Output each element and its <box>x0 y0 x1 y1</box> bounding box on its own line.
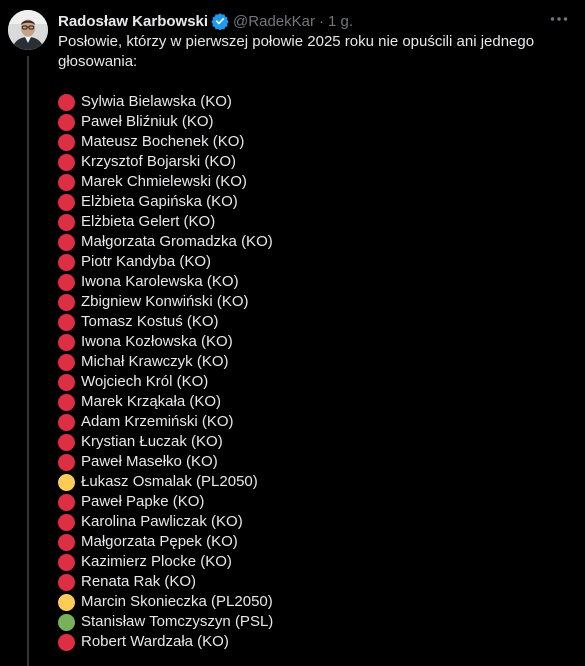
member-name: Elżbieta Gelert (KO) <box>81 213 216 230</box>
red-circle-icon <box>58 333 75 351</box>
list-item: Stanisław Tomczyszyn (PSL) <box>58 612 273 632</box>
list-item: Karolina Pawliczak (KO) <box>58 512 273 532</box>
list-item: Renata Rak (KO) <box>58 572 273 592</box>
more-options-icon[interactable] <box>547 9 571 29</box>
red-circle-icon <box>58 93 75 111</box>
yellow-circle-icon <box>58 473 75 491</box>
member-name: Paweł Masełko (KO) <box>81 453 218 470</box>
red-circle-icon <box>58 393 75 411</box>
member-name: Piotr Kandyba (KO) <box>81 253 212 270</box>
post-text: Posłowie, którzy w pierwszej połowie 202… <box>58 32 568 72</box>
post-timestamp[interactable]: 1 g. <box>328 13 353 30</box>
red-circle-icon <box>58 373 75 391</box>
header-separator: · <box>318 12 324 30</box>
list-item: Krzysztof Bojarski (KO) <box>58 152 273 172</box>
member-list: Sylwia Bielawska (KO) Paweł Bliźniuk (KO)… <box>58 92 273 652</box>
list-item: Krystian Łuczak (KO) <box>58 432 273 452</box>
list-item: Wojciech Król (KO) <box>58 372 273 392</box>
member-name: Krystian Łuczak (KO) <box>81 433 223 450</box>
member-name: Sylwia Bielawska (KO) <box>81 93 232 110</box>
member-name: Marek Krząkała (KO) <box>81 393 222 410</box>
member-name: Małgorzata Gromadzka (KO) <box>81 233 273 250</box>
post-header: Radosław Karbowski @RadekKar · 1 g. <box>58 11 353 31</box>
member-name: Mateusz Bochenek (KO) <box>81 133 245 150</box>
list-item: Tomasz Kostuś (KO) <box>58 312 273 332</box>
red-circle-icon <box>58 233 75 251</box>
author-name[interactable]: Radosław Karbowski <box>58 13 208 30</box>
green-circle-icon <box>58 613 75 631</box>
list-item: Paweł Papke (KO) <box>58 492 273 512</box>
member-name: Stanisław Tomczyszyn (PSL) <box>81 613 274 630</box>
post: Radosław Karbowski @RadekKar · 1 g. Posł… <box>0 0 585 666</box>
list-item: Elżbieta Gelert (KO) <box>58 212 273 232</box>
red-circle-icon <box>58 313 75 331</box>
list-item: Małgorzata Gromadzka (KO) <box>58 232 273 252</box>
member-name: Małgorzata Pępek (KO) <box>81 533 238 550</box>
red-circle-icon <box>58 173 75 191</box>
member-name: Karolina Pawliczak (KO) <box>81 513 243 530</box>
list-item: Kazimierz Plocke (KO) <box>58 552 273 572</box>
member-name: Łukasz Osmalak (PL2050) <box>81 473 258 490</box>
list-item: Sylwia Bielawska (KO) <box>58 92 273 112</box>
red-circle-icon <box>58 133 75 151</box>
member-name: Paweł Papke (KO) <box>81 493 205 510</box>
yellow-circle-icon <box>58 593 75 611</box>
red-circle-icon <box>58 413 75 431</box>
list-item: Elżbieta Gapińska (KO) <box>58 192 273 212</box>
thread-line <box>27 56 29 666</box>
author-handle[interactable]: @RadekKar <box>233 13 315 30</box>
member-name: Kazimierz Plocke (KO) <box>81 553 232 570</box>
member-name: Zbigniew Konwiński (KO) <box>81 293 249 310</box>
list-item: Łukasz Osmalak (PL2050) <box>58 472 273 492</box>
red-circle-icon <box>58 533 75 551</box>
list-item: Piotr Kandyba (KO) <box>58 252 273 272</box>
list-item: Adam Krzemiński (KO) <box>58 412 273 432</box>
list-item: Michał Krawczyk (KO) <box>58 352 273 372</box>
red-circle-icon <box>58 573 75 591</box>
red-circle-icon <box>58 273 75 291</box>
avatar-image <box>8 10 48 50</box>
avatar[interactable] <box>8 10 48 50</box>
list-item: Robert Wardzała (KO) <box>58 632 273 652</box>
list-item: Małgorzata Pępek (KO) <box>58 532 273 552</box>
list-item: Iwona Karolewska (KO) <box>58 272 273 292</box>
member-name: Iwona Karolewska (KO) <box>81 273 239 290</box>
member-name: Wojciech Król (KO) <box>81 373 209 390</box>
list-item: Iwona Kozłowska (KO) <box>58 332 273 352</box>
member-name: Elżbieta Gapińska (KO) <box>81 193 238 210</box>
red-circle-icon <box>58 353 75 371</box>
red-circle-icon <box>58 493 75 511</box>
red-circle-icon <box>58 153 75 171</box>
member-name: Tomasz Kostuś (KO) <box>81 313 219 330</box>
red-circle-icon <box>58 293 75 311</box>
red-circle-icon <box>58 193 75 211</box>
member-name: Adam Krzemiński (KO) <box>81 413 234 430</box>
member-name: Marcin Skonieczka (PL2050) <box>81 593 273 610</box>
list-item: Zbigniew Konwiński (KO) <box>58 292 273 312</box>
red-circle-icon <box>58 113 75 131</box>
member-name: Robert Wardzała (KO) <box>81 633 229 650</box>
member-name: Iwona Kozłowska (KO) <box>81 333 233 350</box>
verified-badge-icon <box>211 12 229 30</box>
member-name: Marek Chmielewski (KO) <box>81 173 247 190</box>
list-item: Paweł Bliźniuk (KO) <box>58 112 273 132</box>
list-item: Mateusz Bochenek (KO) <box>58 132 273 152</box>
post-intro: Posłowie, którzy w pierwszej połowie 202… <box>58 33 535 70</box>
red-circle-icon <box>58 633 75 651</box>
list-item: Marek Chmielewski (KO) <box>58 172 273 192</box>
member-name: Paweł Bliźniuk (KO) <box>81 113 214 130</box>
red-circle-icon <box>58 253 75 271</box>
member-name: Michał Krawczyk (KO) <box>81 353 229 370</box>
list-item: Marcin Skonieczka (PL2050) <box>58 592 273 612</box>
member-name: Renata Rak (KO) <box>81 573 197 590</box>
red-circle-icon <box>58 213 75 231</box>
red-circle-icon <box>58 453 75 471</box>
red-circle-icon <box>58 433 75 451</box>
red-circle-icon <box>58 553 75 571</box>
list-item: Marek Krząkała (KO) <box>58 392 273 412</box>
list-item: Paweł Masełko (KO) <box>58 452 273 472</box>
member-name: Krzysztof Bojarski (KO) <box>81 153 237 170</box>
red-circle-icon <box>58 513 75 531</box>
